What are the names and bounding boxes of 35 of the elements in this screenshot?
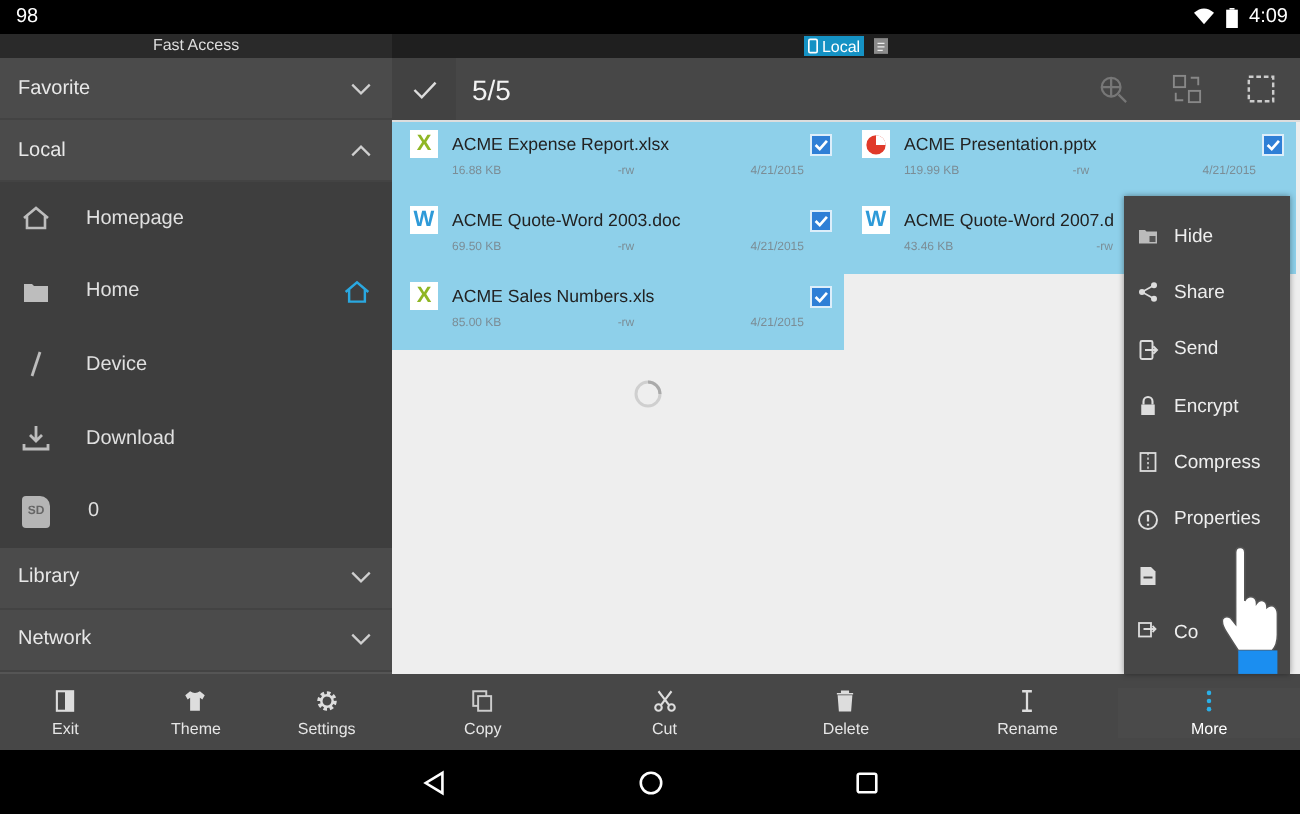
menu-item[interactable]: Co: [1124, 604, 1290, 661]
file-name: ACME Sales Numbers.xls: [452, 286, 657, 306]
file-name: ACME Quote-Word 2007.d: [904, 210, 1116, 230]
delete-button[interactable]: Delete: [755, 687, 937, 737]
menu-item[interactable]: Properties: [1124, 490, 1290, 548]
rename-button[interactable]: Rename: [936, 687, 1119, 737]
location-tab[interactable]: Local: [803, 36, 865, 56]
selection-count: 5/5: [472, 73, 513, 105]
sidebar-item[interactable]: Homepage: [0, 182, 392, 256]
spreadsheet-icon: X: [410, 130, 438, 158]
section-header[interactable]: Favorite: [0, 58, 392, 120]
theme-button[interactable]: Theme: [130, 687, 262, 737]
menu-item[interactable]: Send: [1124, 321, 1290, 378]
section-header[interactable]: Library: [0, 547, 392, 610]
clock: 4:09: [1249, 6, 1288, 28]
settings-button[interactable]: Settings: [261, 687, 392, 737]
document-icon: W: [410, 206, 438, 234]
sidebar-item[interactable]: Home: [0, 255, 392, 329]
cut-button[interactable]: Cut: [573, 687, 756, 737]
menu-item[interactable]: Compress: [1124, 434, 1290, 491]
sidebar-item[interactable]: Device: [0, 328, 392, 402]
exit-button[interactable]: Exit: [0, 687, 131, 737]
menu-item[interactable]: Encrypt: [1124, 377, 1290, 435]
notification-count: 98: [16, 6, 39, 28]
file-name: ACME Presentation.pptx: [904, 134, 1099, 154]
panel-title: Fast Access: [0, 34, 392, 58]
file-name: ACME Quote-Word 2003.doc: [452, 210, 683, 230]
section-header[interactable]: Network: [0, 609, 392, 672]
document-icon: W: [862, 206, 890, 234]
section-header[interactable]: Local: [0, 120, 392, 182]
sidebar-item[interactable]: Download: [0, 401, 392, 475]
copy-button[interactable]: Copy: [392, 687, 574, 737]
file-name: ACME Expense Report.xlsx: [452, 134, 672, 154]
menu-item[interactable]: Hide: [1124, 208, 1290, 265]
spreadsheet-icon: X: [410, 282, 438, 310]
